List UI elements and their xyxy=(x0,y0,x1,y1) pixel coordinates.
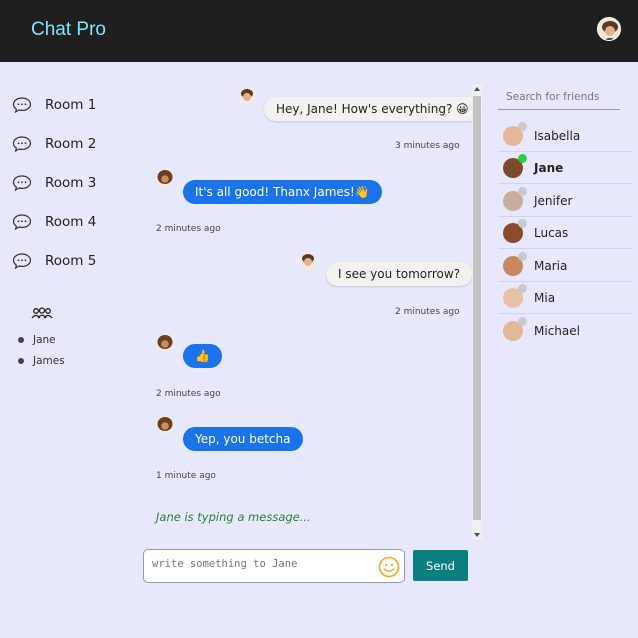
message-composer xyxy=(143,549,405,583)
room-label: Room 1 xyxy=(45,97,97,113)
status-dot xyxy=(518,186,527,196)
friend-item-jenifer[interactable]: Jenifer xyxy=(498,185,632,217)
man-avatar-icon xyxy=(238,87,256,105)
scroll-up-arrow-icon[interactable] xyxy=(474,87,480,91)
friend-avatar xyxy=(503,251,527,276)
message-bubble-outgoing: I see you tomorrow? xyxy=(326,262,473,286)
room-label: Room 4 xyxy=(45,214,97,230)
send-button[interactable]: Send xyxy=(413,550,468,581)
status-dot xyxy=(518,283,527,293)
status-dot xyxy=(518,317,527,326)
message-bubble-incoming: 👍 xyxy=(183,344,222,368)
app-title: Chat Pro xyxy=(31,19,106,40)
presence-dot xyxy=(18,358,24,364)
friend-avatar xyxy=(503,283,527,308)
friend-item-jane[interactable]: Jane xyxy=(498,152,632,184)
friend-avatar xyxy=(503,153,527,178)
message-timestamp: 1 minute ago xyxy=(156,471,216,481)
sender-avatar xyxy=(299,252,317,270)
woman-avatar-icon xyxy=(156,416,174,434)
friend-item-lucas[interactable]: Lucas xyxy=(498,217,632,249)
friend-item-maria[interactable]: Maria xyxy=(498,250,632,282)
user-avatar[interactable] xyxy=(597,17,621,41)
online-user: Jane xyxy=(18,334,56,346)
man-avatar-icon xyxy=(299,252,317,270)
friend-name: Isabella xyxy=(534,128,581,143)
friend-name: Maria xyxy=(534,258,568,273)
online-user-name: Jane xyxy=(33,334,56,346)
room-item-3[interactable]: Room 3 xyxy=(12,172,96,194)
friend-avatar xyxy=(503,121,527,146)
top-bar: Chat Pro xyxy=(0,0,638,62)
scroll-down-arrow-icon[interactable] xyxy=(474,533,480,537)
chat-bubble-icon xyxy=(12,97,32,114)
woman-avatar-icon xyxy=(156,334,174,352)
typing-indicator: Jane is typing a message... xyxy=(156,510,311,524)
room-item-1[interactable]: Room 1 xyxy=(12,94,96,116)
status-dot xyxy=(518,218,527,228)
friend-item-michael[interactable]: Michael xyxy=(498,315,632,347)
room-item-5[interactable]: Room 5 xyxy=(12,250,96,272)
sender-avatar xyxy=(156,416,174,434)
message-bubble-outgoing: Hey, Jane! How's everything? 😀 xyxy=(264,97,481,121)
status-dot xyxy=(518,121,527,131)
friend-name: Lucas xyxy=(534,225,569,240)
sender-avatar xyxy=(156,169,174,187)
users-group-icon xyxy=(31,307,53,319)
online-user-name: James xyxy=(33,355,65,367)
friend-avatar xyxy=(503,317,527,341)
message-bubble-incoming: It's all good! Thanx James!👋 xyxy=(183,180,382,204)
chat-bubble-icon xyxy=(12,175,32,192)
message-timestamp: 2 minutes ago xyxy=(395,307,460,317)
friend-search-input[interactable] xyxy=(498,84,620,110)
online-user: James xyxy=(18,355,65,367)
chat-bubble-icon xyxy=(12,253,32,270)
message-timestamp: 2 minutes ago xyxy=(156,224,221,234)
message-bubble-incoming: Yep, you betcha xyxy=(183,427,303,451)
sender-avatar xyxy=(238,87,256,105)
chat-bubble-icon xyxy=(12,214,32,231)
friend-name: Michael xyxy=(534,324,580,338)
user-avatar-icon xyxy=(598,18,620,40)
room-label: Room 3 xyxy=(45,175,97,191)
room-label: Room 2 xyxy=(45,136,97,152)
scrollbar-thumb[interactable] xyxy=(473,96,481,520)
message-timestamp: 2 minutes ago xyxy=(156,389,221,399)
message-input[interactable] xyxy=(152,558,372,570)
chat-scrollbar[interactable] xyxy=(472,84,482,540)
friend-name: Jane xyxy=(534,160,564,175)
woman-avatar-icon xyxy=(156,169,174,187)
chat-bubble-icon xyxy=(12,136,32,153)
friend-avatar xyxy=(503,218,527,243)
room-item-4[interactable]: Room 4 xyxy=(12,211,96,233)
message-timestamp: 3 minutes ago xyxy=(395,141,460,151)
friend-name: Jenifer xyxy=(534,193,573,208)
room-label: Room 5 xyxy=(45,253,97,269)
chat-thread: Hey, Jane! How's everything? 😀 3 minutes… xyxy=(140,80,481,540)
emoji-picker-icon[interactable] xyxy=(378,556,400,578)
room-item-2[interactable]: Room 2 xyxy=(12,133,96,155)
friend-avatar xyxy=(503,186,527,211)
presence-dot xyxy=(18,337,24,343)
friend-item-isabella[interactable]: Isabella xyxy=(498,120,632,152)
status-dot xyxy=(518,251,527,261)
friend-name: Mia xyxy=(534,290,556,305)
status-dot xyxy=(518,153,527,163)
sender-avatar xyxy=(156,334,174,352)
friend-item-mia[interactable]: Mia xyxy=(498,282,632,314)
